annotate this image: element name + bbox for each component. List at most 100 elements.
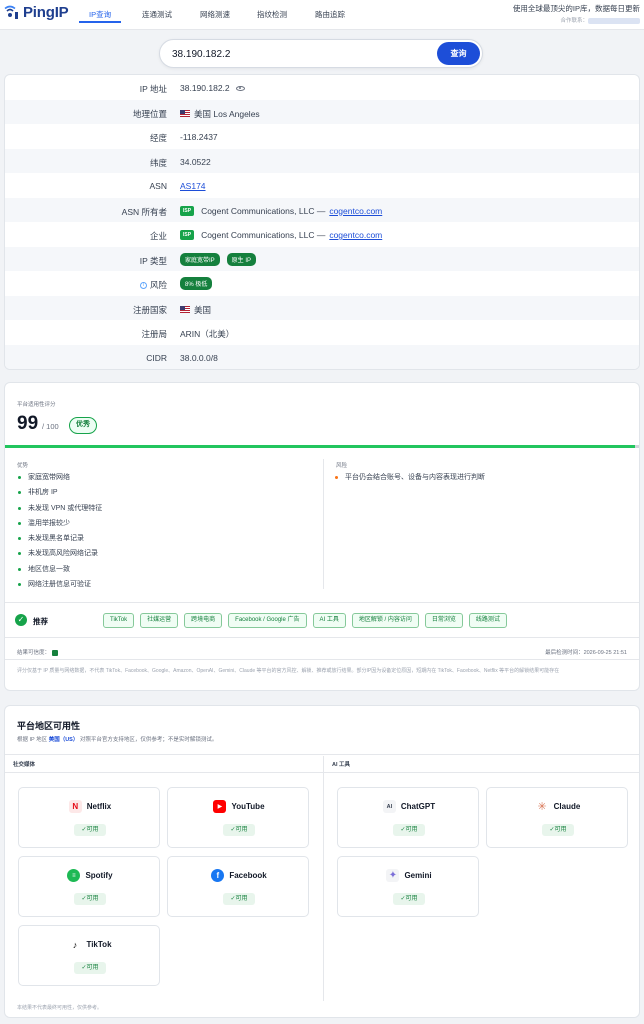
nav-connectivity-test[interactable]: 连通测试 (142, 9, 172, 20)
availability-badge: ✓可用 (74, 824, 106, 836)
platform-name: ChatGPT (400, 802, 436, 811)
redacted-contact (588, 17, 640, 24)
list-item: 未发现 VPN 或代理特征 (17, 504, 102, 519)
info-row-location: 地理位置 美国 Los Angeles (5, 99, 639, 124)
info-label: 注册国家 (132, 304, 167, 315)
platform-card-head: ✳ Claude (487, 800, 629, 813)
platform-name: TikTok (86, 940, 112, 949)
list-item: 滥用举报较少 (17, 519, 102, 534)
ip-address-value: 38.190.182.2 (180, 83, 230, 93)
logo[interactable]: PingIP (4, 4, 69, 21)
list-item: 家庭宽带网络 (17, 473, 102, 488)
search-button[interactable]: 查询 (437, 42, 480, 65)
gemini-icon: ✦ (386, 869, 400, 882)
recommend-chip[interactable]: AI 工具 (312, 613, 346, 628)
accuracy-label: 结果可信度： (17, 650, 51, 656)
registry-value: ARIN（北美） (180, 329, 235, 339)
info-icon[interactable]: i (139, 281, 147, 289)
risk-tag: 8% 极低 (180, 277, 213, 290)
info-row-risk: i 风险 8% 极低 (5, 271, 639, 296)
platform-availability-card: 平台地区可用性 根据 IP 地区 美国（US） 对照平台官方支持地区，仅供参考；… (4, 705, 640, 1018)
info-row-asn-owner: ASN 所有者 ISP Cogent Communications, LLC — c… (5, 197, 639, 222)
platform-name: Netflix (86, 802, 112, 811)
score-label: 平台适用性评分 (17, 402, 56, 408)
list-item: 非机房 IP (17, 488, 102, 503)
info-row-asn: ASN AS174 (5, 173, 639, 198)
ip-search-input[interactable] (172, 46, 422, 62)
score-value: 99 (17, 413, 39, 434)
availability-badge: ✓可用 (393, 824, 425, 836)
info-label: CIDR (146, 352, 167, 363)
info-value: 8% 极低 (180, 277, 215, 290)
recommend-chip[interactable]: 地区解锁 / 内容访问 (351, 613, 419, 628)
subtitle-suffix: 对照平台官方支持地区，仅供参考；不是实时解锁测试。 (79, 737, 218, 743)
platform-card-youtube[interactable]: ▶ YouTube ✓可用 (167, 787, 309, 848)
score-max: / 100 (42, 422, 59, 431)
platform-name: YouTube (231, 802, 265, 811)
info-value: 38.190.182.2 (180, 83, 245, 93)
info-label: 纬度 (149, 157, 167, 168)
disclaimer-text: 评分仅基于 IP 质量与网络数据，不代表 TikTok、Facebook、Goo… (17, 668, 560, 674)
platform-card-spotify[interactable]: ≡ Spotify ✓可用 (18, 856, 160, 917)
isp-badge: ISP (180, 205, 195, 216)
asn-owner-link[interactable]: cogentco.com (329, 206, 382, 216)
advantages-label: 优势 (17, 463, 29, 469)
info-value: 美国 (180, 304, 211, 316)
info-label: IP 类型 (139, 255, 167, 266)
asn-link[interactable]: AS174 (180, 181, 206, 191)
info-label: 企业 (149, 231, 167, 241)
column-divider (323, 459, 324, 589)
platform-card-head: ✦ Gemini (338, 869, 480, 882)
nav-fingerprint[interactable]: 指纹检测 (257, 9, 287, 20)
ip-info-card: IP 地址 38.190.182.2 地理位置 美国 Los Angeles 经… (4, 74, 640, 370)
eye-icon[interactable] (235, 85, 245, 91)
nav-speed-test[interactable]: 网络测速 (200, 9, 230, 20)
recommend-chip[interactable]: 日常浏览 (424, 613, 463, 628)
recommend-chip[interactable]: TikTok (103, 613, 135, 628)
info-row-company: 企业 ISP Cogent Communications, LLC — cogent… (5, 222, 639, 247)
info-label: 地理位置 (132, 108, 167, 119)
availability-badge: ✓可用 (74, 962, 106, 974)
divider (5, 754, 639, 755)
recommend-chip[interactable]: 跨境电商 (184, 613, 223, 628)
recommend-label: 推荐 (33, 617, 48, 626)
asn-owner-value: Cogent Communications, LLC — (201, 205, 326, 216)
ai-tools-heading: AI 工具 (332, 762, 351, 768)
platform-card-claude[interactable]: ✳ Claude ✓可用 (486, 787, 628, 848)
recommend-chip[interactable]: 线路测试 (468, 613, 507, 628)
column-divider (323, 756, 324, 1001)
info-value: ISP Cogent Communications, LLC — cogentco.… (180, 205, 382, 216)
info-row-reg-country: 注册国家 美国 (5, 295, 639, 320)
availability-badge: ✓可用 (223, 893, 255, 905)
company-link[interactable]: cogentco.com (329, 230, 382, 240)
partner-contact: 合作联系： (513, 16, 640, 24)
recommend-chip[interactable]: 社媒运营 (140, 613, 179, 628)
platform-card-netflix[interactable]: N Netflix ✓可用 (18, 787, 160, 848)
grade-badge: 优秀 (69, 417, 97, 434)
availability-badge: ✓可用 (223, 824, 255, 836)
subtitle-prefix: 根据 IP 地区 (17, 737, 48, 743)
recommend-chip[interactable]: Facebook / Google 广告 (228, 613, 307, 628)
platform-card-facebook[interactable]: f Facebook ✓可用 (167, 856, 309, 917)
nav-traceroute[interactable]: 路由追踪 (315, 9, 345, 20)
platform-name: Claude (553, 802, 581, 811)
info-row-ip-type: IP 类型 家庭宽带IP 原生 IP (5, 246, 639, 271)
divider (5, 659, 639, 660)
top-bar: PingIP IP查询 连通测试 网络测速 指纹检测 路由追踪 使用全球最顶尖的… (0, 0, 644, 30)
us-flag-icon (180, 306, 190, 313)
us-flag-icon (180, 110, 190, 117)
location-value: 美国 Los Angeles (194, 108, 260, 119)
social-media-heading: 社交媒体 (13, 762, 36, 768)
info-label: i 风险 (139, 279, 167, 291)
platform-card-tiktok[interactable]: ♪ TikTok ✓可用 (18, 925, 160, 986)
info-value: AS174 (180, 181, 206, 191)
subtitle-region: 美国（US） (48, 737, 79, 743)
chatgpt-icon: AI (382, 800, 396, 813)
platform-card-head: ▶ YouTube (168, 800, 310, 813)
info-label: IP 地址 (139, 84, 167, 94)
risk-label: 风险 (149, 280, 167, 290)
list-item: 未发现高风险网络记录 (17, 549, 102, 564)
platform-card-chatgpt[interactable]: AI ChatGPT ✓可用 (337, 787, 479, 848)
nav-ip-lookup[interactable]: IP查询 (89, 9, 111, 20)
platform-card-gemini[interactable]: ✦ Gemini ✓可用 (337, 856, 479, 917)
